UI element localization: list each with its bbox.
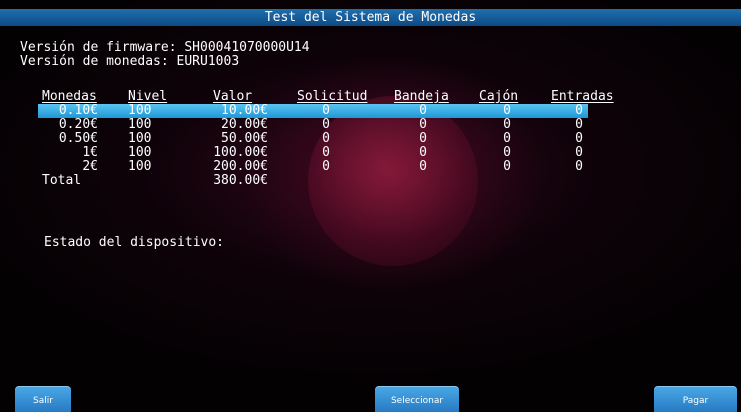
column-header-entradas: Entradas <box>551 89 614 104</box>
column-header-bandeja: Bandeja <box>394 89 449 104</box>
cell-bandeja: 0 <box>419 117 427 132</box>
cell-moneda: 0.10€ <box>58 103 98 118</box>
cell-moneda: 0.50€ <box>58 131 98 146</box>
cell-solicitud: 0 <box>322 103 330 118</box>
cell-bandeja: 0 <box>419 103 427 118</box>
cell-nivel: 100 <box>128 145 152 160</box>
cell-bandeja: 0 <box>419 145 427 160</box>
cell-nivel: 100 <box>128 131 152 146</box>
cell-cajon: 0 <box>503 145 511 160</box>
cell-bandeja: 0 <box>419 159 427 174</box>
select-button[interactable]: Seleccionar <box>375 386 459 412</box>
cell-moneda: 2€ <box>82 159 98 174</box>
table-header-row: Monedas Nivel Valor Solicitud Bandeja Ca… <box>38 89 614 104</box>
column-header-solicitud: Solicitud <box>297 89 368 104</box>
cell-entradas: 0 <box>575 131 583 146</box>
screen-title: Test del Sistema de Monedas <box>264 10 477 25</box>
cell-entradas: 0 <box>575 117 583 132</box>
column-header-nivel: Nivel <box>128 89 168 104</box>
table-total-row: Total 380.00€ <box>38 174 598 188</box>
cell-valor: 10.00€ <box>221 103 268 118</box>
cell-valor: 50.00€ <box>221 131 268 146</box>
table-row[interactable]: 1€ 100 100.00€ 0 0 0 0 <box>38 146 598 160</box>
cell-bandeja: 0 <box>419 131 427 146</box>
cell-solicitud: 0 <box>322 131 330 146</box>
coin-table: Monedas Nivel Valor Solicitud Bandeja Ca… <box>38 89 614 188</box>
cell-solicitud: 0 <box>322 145 330 160</box>
cell-cajon: 0 <box>503 103 511 118</box>
cell-nivel: 100 <box>128 117 152 132</box>
coin-test-screen: Test del Sistema de Monedas Versión de f… <box>0 0 741 412</box>
cell-nivel: 100 <box>128 159 152 174</box>
table-row[interactable]: 0.50€ 100 50.00€ 0 0 0 0 <box>38 132 598 146</box>
cell-valor: 200.00€ <box>213 159 268 174</box>
cell-valor: 20.00€ <box>221 117 268 132</box>
title-bar: Test del Sistema de Monedas <box>0 9 741 26</box>
table-row[interactable]: 2€ 100 200.00€ 0 0 0 0 <box>38 160 598 174</box>
cell-entradas: 0 <box>575 103 583 118</box>
column-header-monedas: Monedas <box>42 89 97 104</box>
device-status-label: Estado del dispositivo: <box>44 235 225 250</box>
cell-nivel: 100 <box>128 103 152 118</box>
pay-button[interactable]: Pagar <box>654 386 737 412</box>
cell-cajon: 0 <box>503 117 511 132</box>
column-header-valor: Valor <box>213 89 253 104</box>
firmware-version: Versión de firmware: SH00041070000U14 <box>20 40 310 55</box>
cell-entradas: 0 <box>575 145 583 160</box>
column-header-cajon: Cajón <box>479 89 519 104</box>
table-row[interactable]: 0.20€ 100 20.00€ 0 0 0 0 <box>38 118 598 132</box>
cell-solicitud: 0 <box>322 159 330 174</box>
cell-moneda: 1€ <box>82 145 98 160</box>
total-label: Total <box>42 173 82 188</box>
total-value: 380.00€ <box>213 173 268 188</box>
cell-cajon: 0 <box>503 131 511 146</box>
coins-version: Versión de monedas: EURU1003 <box>20 54 240 69</box>
cell-valor: 100.00€ <box>213 145 268 160</box>
cell-cajon: 0 <box>503 159 511 174</box>
table-row-selected[interactable]: 0.10€ 100 10.00€ 0 0 0 0 <box>38 104 588 118</box>
cell-entradas: 0 <box>575 159 583 174</box>
cell-moneda: 0.20€ <box>58 117 98 132</box>
cell-solicitud: 0 <box>322 117 330 132</box>
exit-button[interactable]: Salir <box>15 386 71 412</box>
